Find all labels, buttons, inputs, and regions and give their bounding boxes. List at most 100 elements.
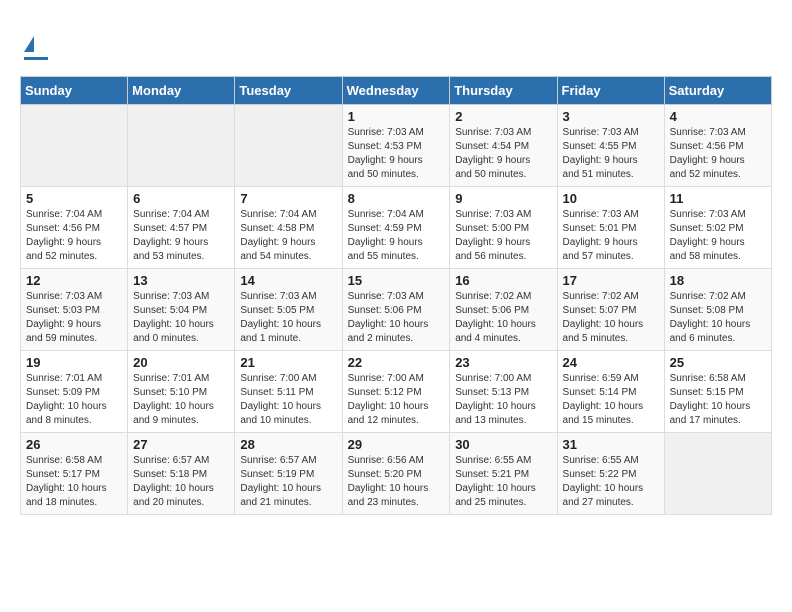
calendar-cell: 18Sunrise: 7:02 AM Sunset: 5:08 PM Dayli…	[664, 269, 771, 351]
day-info: Sunrise: 6:58 AM Sunset: 5:17 PM Dayligh…	[26, 454, 122, 510]
calendar-cell: 29 Sunrise: 6:56 AM Sunset: 5:20 PM Dayli…	[342, 433, 450, 515]
day-number: 12	[26, 273, 122, 288]
day-number: 21	[240, 355, 336, 370]
day-number: 2	[455, 109, 551, 124]
day-number: 16	[455, 273, 551, 288]
day-number: 3	[563, 109, 659, 124]
day-number: 23	[455, 355, 551, 370]
calendar-cell: 13Sunrise: 7:03 AM Sunset: 5:04 PM Dayli…	[128, 269, 235, 351]
calendar-cell: 15 Sunrise: 7:03 AM Sunset: 5:06 PM Dayli…	[342, 269, 450, 351]
calendar-week-row: 19 Sunrise: 7:01 AM Sunset: 5:09 PM Dayli…	[21, 351, 772, 433]
day-number: 28	[240, 437, 336, 452]
day-info: Sunrise: 6:55 AM Sunset: 5:22 PM Dayligh…	[563, 454, 659, 510]
calendar-cell: 25 Sunrise: 6:58 AM Sunset: 5:15 PM Dayli…	[664, 351, 771, 433]
day-number: 25	[670, 355, 766, 370]
day-info: Sunrise: 6:58 AM Sunset: 5:15 PM Dayligh…	[670, 372, 766, 428]
calendar-cell: 31 Sunrise: 6:55 AM Sunset: 5:22 PM Dayli…	[557, 433, 664, 515]
calendar-cell: 1 Sunrise: 7:03 AM Sunset: 4:53 PM Daylig…	[342, 105, 450, 187]
day-info: Sunrise: 7:04 AM Sunset: 4:56 PM Dayligh…	[26, 208, 122, 264]
day-info: Sunrise: 7:01 AM Sunset: 5:09 PM Dayligh…	[26, 372, 122, 428]
day-info: Sunrise: 7:03 AM Sunset: 5:00 PM Dayligh…	[455, 208, 551, 264]
day-info: Sunrise: 7:02 AM Sunset: 5:08 PM Dayligh…	[670, 290, 766, 346]
calendar-cell: 22 Sunrise: 7:00 AM Sunset: 5:12 PM Dayli…	[342, 351, 450, 433]
day-info: Sunrise: 7:00 AM Sunset: 5:12 PM Dayligh…	[348, 372, 445, 428]
day-number: 15	[348, 273, 445, 288]
calendar-cell: 23 Sunrise: 7:00 AM Sunset: 5:13 PM Dayli…	[450, 351, 557, 433]
page-header	[20, 20, 772, 60]
calendar-cell: 16 Sunrise: 7:02 AM Sunset: 5:06 PM Dayli…	[450, 269, 557, 351]
calendar-cell: 24 Sunrise: 6:59 AM Sunset: 5:14 PM Dayli…	[557, 351, 664, 433]
day-number: 5	[26, 191, 122, 206]
calendar-week-row: 12 Sunrise: 7:03 AM Sunset: 5:03 PM Dayli…	[21, 269, 772, 351]
calendar-cell: 10 Sunrise: 7:03 AM Sunset: 5:01 PM Dayli…	[557, 187, 664, 269]
calendar-cell: 20 Sunrise: 7:01 AM Sunset: 5:10 PM Dayli…	[128, 351, 235, 433]
calendar-cell: 19 Sunrise: 7:01 AM Sunset: 5:09 PM Dayli…	[21, 351, 128, 433]
calendar-cell	[128, 105, 235, 187]
day-number: 27	[133, 437, 229, 452]
calendar-cell: 28 Sunrise: 6:57 AM Sunset: 5:19 PM Dayli…	[235, 433, 342, 515]
day-info: Sunrise: 7:04 AM Sunset: 4:57 PM Dayligh…	[133, 208, 229, 264]
day-number: 26	[26, 437, 122, 452]
day-info: Sunrise: 7:03 AM Sunset: 5:05 PM Dayligh…	[240, 290, 336, 346]
day-info: Sunrise: 6:56 AM Sunset: 5:20 PM Dayligh…	[348, 454, 445, 510]
calendar-cell: 12 Sunrise: 7:03 AM Sunset: 5:03 PM Dayli…	[21, 269, 128, 351]
calendar-cell: 27 Sunrise: 6:57 AM Sunset: 5:18 PM Dayli…	[128, 433, 235, 515]
calendar-cell: 8Sunrise: 7:04 AM Sunset: 4:59 PM Daylig…	[342, 187, 450, 269]
weekday-header-saturday: Saturday	[664, 77, 771, 105]
calendar-cell: 17 Sunrise: 7:02 AM Sunset: 5:07 PM Dayli…	[557, 269, 664, 351]
day-number: 1	[348, 109, 445, 124]
day-number: 11	[670, 191, 766, 206]
calendar-cell: 21 Sunrise: 7:00 AM Sunset: 5:11 PM Dayli…	[235, 351, 342, 433]
day-info: Sunrise: 7:02 AM Sunset: 5:07 PM Dayligh…	[563, 290, 659, 346]
day-number: 7	[240, 191, 336, 206]
day-number: 22	[348, 355, 445, 370]
calendar-cell: 2 Sunrise: 7:03 AM Sunset: 4:54 PM Daylig…	[450, 105, 557, 187]
calendar-cell: 7 Sunrise: 7:04 AM Sunset: 4:58 PM Daylig…	[235, 187, 342, 269]
day-info: Sunrise: 7:01 AM Sunset: 5:10 PM Dayligh…	[133, 372, 229, 428]
day-info: Sunrise: 7:02 AM Sunset: 5:06 PM Dayligh…	[455, 290, 551, 346]
day-number: 20	[133, 355, 229, 370]
day-info: Sunrise: 7:03 AM Sunset: 4:55 PM Dayligh…	[563, 126, 659, 182]
day-info: Sunrise: 7:03 AM Sunset: 4:54 PM Dayligh…	[455, 126, 551, 182]
day-info: Sunrise: 6:55 AM Sunset: 5:21 PM Dayligh…	[455, 454, 551, 510]
day-info: Sunrise: 7:04 AM Sunset: 4:59 PM Dayligh…	[348, 208, 445, 264]
day-number: 9	[455, 191, 551, 206]
day-info: Sunrise: 7:00 AM Sunset: 5:13 PM Dayligh…	[455, 372, 551, 428]
day-info: Sunrise: 6:57 AM Sunset: 5:19 PM Dayligh…	[240, 454, 336, 510]
calendar-cell	[21, 105, 128, 187]
day-number: 4	[670, 109, 766, 124]
day-number: 29	[348, 437, 445, 452]
calendar-cell: 11 Sunrise: 7:03 AM Sunset: 5:02 PM Dayli…	[664, 187, 771, 269]
day-info: Sunrise: 7:03 AM Sunset: 4:56 PM Dayligh…	[670, 126, 766, 182]
day-number: 31	[563, 437, 659, 452]
day-number: 17	[563, 273, 659, 288]
day-info: Sunrise: 7:03 AM Sunset: 5:06 PM Dayligh…	[348, 290, 445, 346]
day-number: 10	[563, 191, 659, 206]
calendar-cell: 4 Sunrise: 7:03 AM Sunset: 4:56 PM Daylig…	[664, 105, 771, 187]
calendar-week-row: 26 Sunrise: 6:58 AM Sunset: 5:17 PM Dayli…	[21, 433, 772, 515]
calendar-cell: 14 Sunrise: 7:03 AM Sunset: 5:05 PM Dayli…	[235, 269, 342, 351]
day-info: Sunrise: 6:57 AM Sunset: 5:18 PM Dayligh…	[133, 454, 229, 510]
day-number: 14	[240, 273, 336, 288]
calendar-cell: 6Sunrise: 7:04 AM Sunset: 4:57 PM Daylig…	[128, 187, 235, 269]
day-info: Sunrise: 6:59 AM Sunset: 5:14 PM Dayligh…	[563, 372, 659, 428]
calendar-week-row: 1 Sunrise: 7:03 AM Sunset: 4:53 PM Daylig…	[21, 105, 772, 187]
calendar-cell: 5 Sunrise: 7:04 AM Sunset: 4:56 PM Daylig…	[21, 187, 128, 269]
weekday-header-thursday: Thursday	[450, 77, 557, 105]
day-info: Sunrise: 7:04 AM Sunset: 4:58 PM Dayligh…	[240, 208, 336, 264]
weekday-header-tuesday: Tuesday	[235, 77, 342, 105]
calendar-cell: 9 Sunrise: 7:03 AM Sunset: 5:00 PM Daylig…	[450, 187, 557, 269]
calendar-cell	[664, 433, 771, 515]
day-number: 24	[563, 355, 659, 370]
calendar-cell: 30 Sunrise: 6:55 AM Sunset: 5:21 PM Dayli…	[450, 433, 557, 515]
day-info: Sunrise: 7:03 AM Sunset: 5:01 PM Dayligh…	[563, 208, 659, 264]
calendar-week-row: 5 Sunrise: 7:04 AM Sunset: 4:56 PM Daylig…	[21, 187, 772, 269]
day-info: Sunrise: 7:03 AM Sunset: 5:03 PM Dayligh…	[26, 290, 122, 346]
day-number: 19	[26, 355, 122, 370]
day-info: Sunrise: 7:03 AM Sunset: 5:02 PM Dayligh…	[670, 208, 766, 264]
day-info: Sunrise: 7:00 AM Sunset: 5:11 PM Dayligh…	[240, 372, 336, 428]
calendar-cell	[235, 105, 342, 187]
day-number: 30	[455, 437, 551, 452]
weekday-header-sunday: Sunday	[21, 77, 128, 105]
day-info: Sunrise: 7:03 AM Sunset: 4:53 PM Dayligh…	[348, 126, 445, 182]
